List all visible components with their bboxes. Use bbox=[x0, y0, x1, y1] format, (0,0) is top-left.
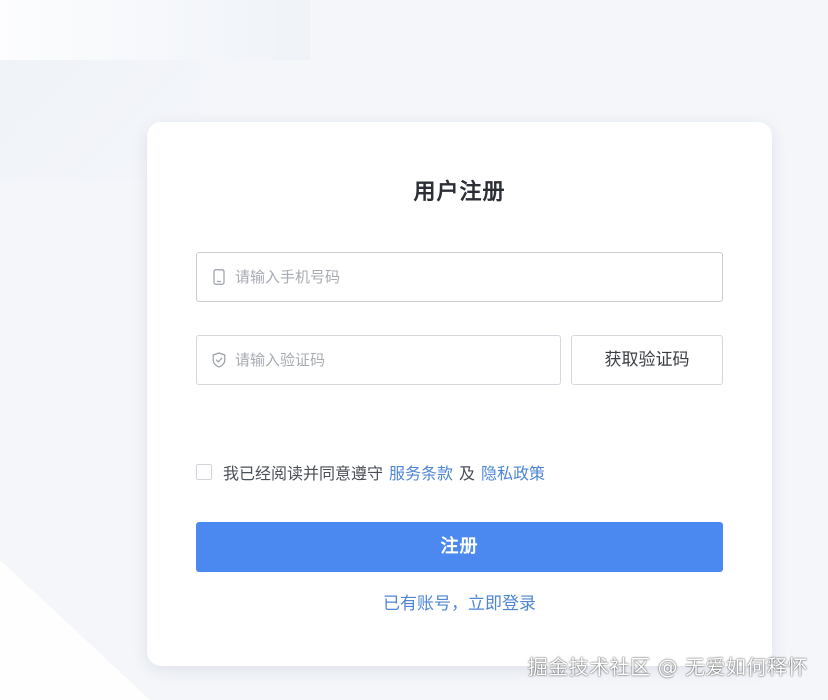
background-decoration-bottom bbox=[0, 560, 150, 700]
privacy-link[interactable]: 隐私政策 bbox=[481, 460, 545, 484]
terms-link[interactable]: 服务条款 bbox=[389, 460, 453, 484]
mobile-phone-icon bbox=[211, 269, 227, 285]
get-code-button[interactable]: 获取验证码 bbox=[571, 335, 723, 385]
watermark: 掘金技术社区 @ 无爱如何释怀 bbox=[527, 655, 808, 679]
register-card: 用户注册 获取验证码 我已经阅读并同意遵守 服务条款 及 隐私政策 注册 已有账… bbox=[147, 122, 772, 666]
shield-check-icon bbox=[211, 352, 227, 368]
register-button[interactable]: 注册 bbox=[196, 522, 723, 572]
background-decoration-top bbox=[0, 0, 310, 60]
login-link[interactable]: 已有账号，立即登录 bbox=[147, 589, 772, 614]
agreement-checkbox[interactable] bbox=[196, 464, 212, 480]
verification-code-input[interactable] bbox=[235, 336, 560, 384]
page-title: 用户注册 bbox=[413, 180, 506, 205]
phone-input[interactable] bbox=[235, 253, 722, 301]
verification-code-field[interactable] bbox=[196, 335, 561, 385]
agreement-text: 我已经阅读并同意遵守 bbox=[223, 464, 384, 483]
agreement-row: 我已经阅读并同意遵守 服务条款 及 隐私政策 bbox=[196, 460, 545, 484]
agreement-connector: 及 bbox=[459, 464, 476, 483]
phone-field[interactable] bbox=[196, 252, 723, 302]
